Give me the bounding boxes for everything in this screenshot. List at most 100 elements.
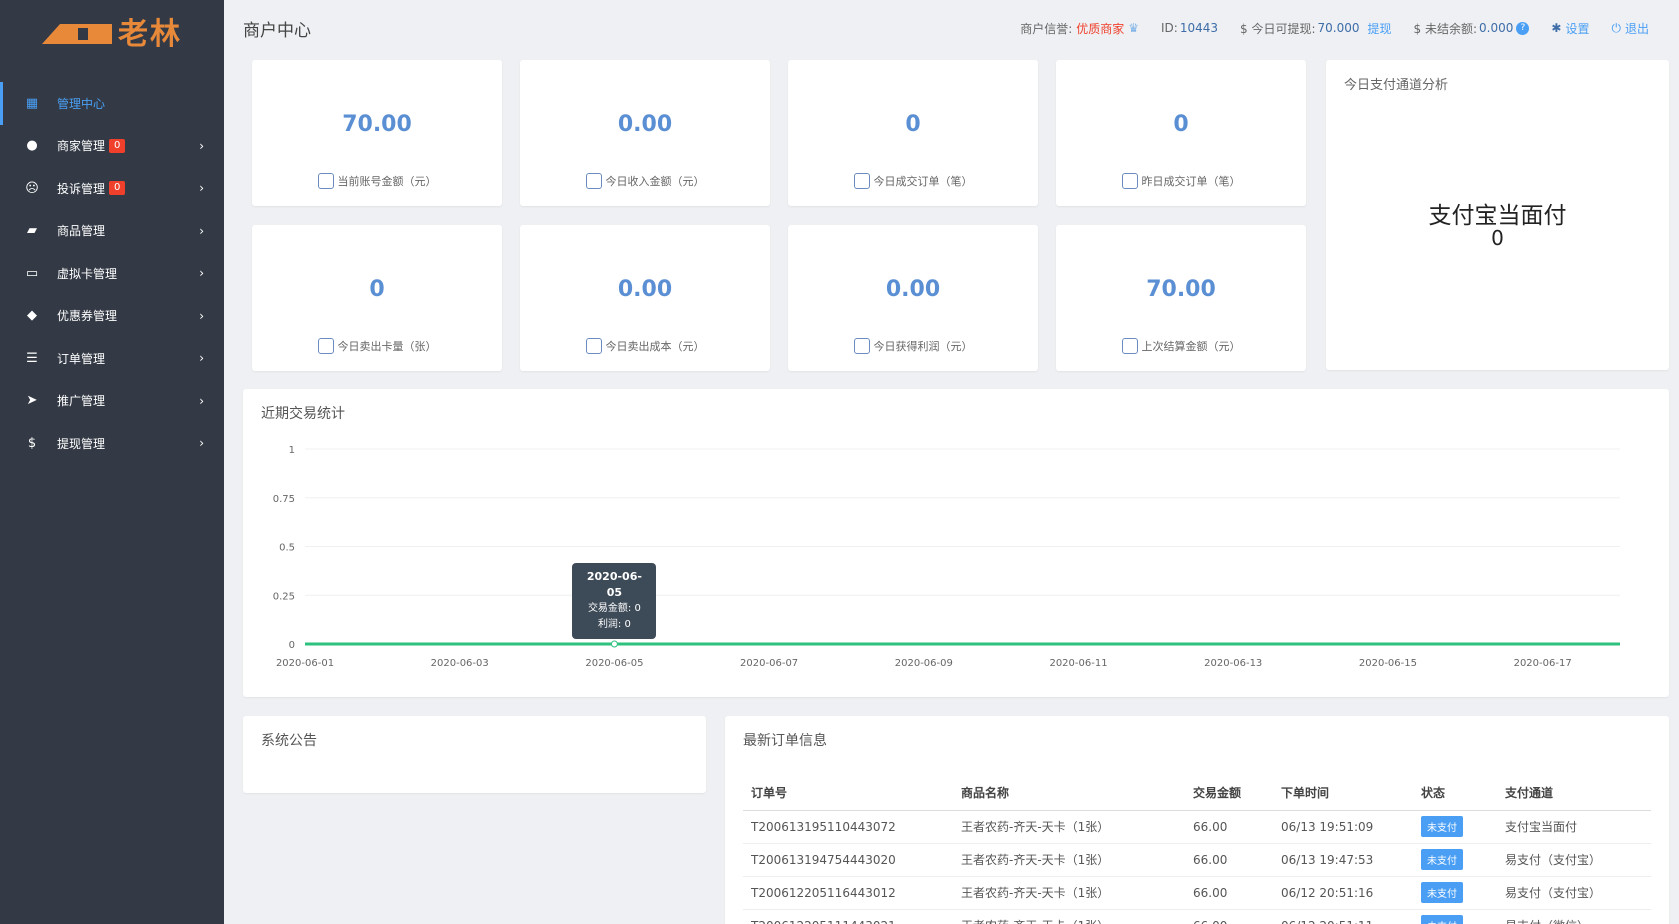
x-tick-label: 2020-06-13 <box>1204 658 1262 669</box>
logout-label: 退出 <box>1624 21 1649 36</box>
stat-label: 今日卖出成本（元） <box>605 340 705 353</box>
sidebar: 老林 ▦ 管理中心 ● 商家管理 0 › ☹ 投诉管理 0 › ▰ 商品管理 › ▭ 虚拟卡管理 › ◆ 优惠券管… <box>0 0 224 924</box>
y-tick-label: 0.5 <box>279 543 295 554</box>
chevron-right-icon: › <box>199 181 204 196</box>
stat-label-row: 今日成交订单（笔） <box>788 173 1038 189</box>
sidebar-item-8[interactable]: $ 提现管理 › <box>0 422 224 465</box>
chevron-right-icon: › <box>199 223 204 238</box>
table-row[interactable]: T200613195110443072 王者农药-齐天-天卡（1张） 66.00 06… <box>743 810 1651 844</box>
sidebar-item-2[interactable]: ☹ 投诉管理 0 › <box>0 167 224 210</box>
sidebar-nav: ▦ 管理中心 ● 商家管理 0 › ☹ 投诉管理 0 › ▰ 商品管理 › ▭ 虚拟卡管理 › ◆ 优惠券管理 › ☰… <box>0 82 224 465</box>
stat-value: 0.00 <box>617 112 673 137</box>
credit-label: 商户信誉: <box>1020 21 1073 36</box>
status-badge: 未支付 <box>1421 915 1463 924</box>
bag-icon: ▰ <box>27 223 37 239</box>
logo[interactable]: 老林 <box>0 0 224 62</box>
sidebar-item-3[interactable]: ▰ 商品管理 › <box>0 210 224 253</box>
chevron-right-icon: › <box>199 351 204 366</box>
sidebar-item-label: 推广管理 <box>57 394 106 409</box>
table-cell: 王者农药-齐天-天卡（1张） <box>953 876 1185 910</box>
sidebar-item-label: 管理中心 <box>57 96 106 111</box>
sidebar-item-1[interactable]: ● 商家管理 0 › <box>0 125 224 168</box>
table-cell: 66.00 <box>1185 876 1273 910</box>
table-cell: T200612205116443012 <box>743 876 953 910</box>
chevron-right-icon: › <box>199 436 204 451</box>
logout-button[interactable]: ⏻ 退出 <box>1611 20 1649 37</box>
sidebar-item-0[interactable]: ▦ 管理中心 <box>0 82 224 125</box>
stat-value: 70.00 <box>1146 277 1216 302</box>
dashboard-icon: ▦ <box>25 95 39 111</box>
channel-name: 支付宝当面付 <box>1428 203 1567 229</box>
table-cell: 支付宝当面付 <box>1497 810 1651 844</box>
stat-label: 今日卖出卡量（张） <box>337 340 437 353</box>
credit-info: 商户信誉: 优质商家 ♛ <box>1020 20 1139 37</box>
y-tick-label: 0.75 <box>273 494 295 505</box>
orders-column-header: 状态 <box>1413 776 1497 811</box>
settle-icon <box>1121 338 1138 354</box>
table-row[interactable]: T200612205116443012 王者农药-齐天-天卡（1张） 66.00 06… <box>743 876 1651 910</box>
y-tick-label: 0 <box>289 640 295 651</box>
x-tick-label: 2020-06-07 <box>740 658 798 669</box>
stat-label: 今日获得利润（元） <box>873 340 973 353</box>
card-icon <box>317 338 334 354</box>
table-row[interactable]: T200612205111443021王者农药-齐天-天卡（1张）66.0006… <box>743 909 1651 924</box>
sidebar-item-5[interactable]: ◆ 优惠券管理 › <box>0 295 224 338</box>
send-icon: ➤ <box>26 393 38 409</box>
stat-card: 0 今日成交订单（笔） <box>788 60 1038 206</box>
gear-icon: ✱ <box>1551 21 1562 35</box>
stat-label-row: 当前账号金额（元） <box>252 173 502 189</box>
sidebar-item-7[interactable]: ➤ 推广管理 › <box>0 380 224 423</box>
table-row[interactable]: T200613194754443020 王者农药-齐天-天卡（1张） 66.00 06… <box>743 843 1651 877</box>
sidebar-item-badge: 0 <box>109 181 126 196</box>
orders-column-header: 交易金额 <box>1185 776 1273 811</box>
stat-label: 今日成交订单（笔） <box>873 175 973 188</box>
stat-card: 70.00 上次结算金额（元） <box>1056 225 1306 371</box>
sidebar-item-4[interactable]: ▭ 虚拟卡管理 › <box>0 252 224 295</box>
x-tick-label: 2020-06-09 <box>895 658 953 669</box>
x-tick-label: 2020-06-17 <box>1514 658 1572 669</box>
table-cell: 06/12 20:51:11 <box>1273 909 1413 924</box>
sidebar-item-label: 商家管理 <box>57 139 106 154</box>
stat-label-row: 今日收入金额（元） <box>520 173 770 189</box>
orders-panel-title: 最新订单信息 <box>743 733 827 749</box>
frown-icon: ☹ <box>25 180 39 196</box>
payment-channel-panel: 今日支付通道分析 支付宝当面付 0 <box>1326 60 1669 370</box>
unsettled-label: $ 未结余额: <box>1413 21 1478 36</box>
stat-card: 70.00 当前账号金额（元） <box>252 60 502 206</box>
withdrawable-info: $ 今日可提现: 70.000 提现 <box>1240 20 1392 37</box>
table-cell: 王者农药-齐天-天卡（1张） <box>953 909 1185 924</box>
stat-label: 当前账号金额（元） <box>337 175 437 188</box>
stat-value: 0.00 <box>617 277 673 302</box>
settings-button[interactable]: ✱ 设置 <box>1551 20 1589 37</box>
settings-label: 设置 <box>1565 21 1590 36</box>
credit-value: 优质商家 <box>1076 21 1125 36</box>
chevron-right-icon: › <box>199 393 204 408</box>
stat-value: 0 <box>905 112 921 137</box>
tooltip-date: 2020-06-05 <box>586 570 642 599</box>
status-badge: 未支付 <box>1421 849 1463 870</box>
help-icon[interactable]: ? <box>1516 21 1530 35</box>
orders-header-row: 订单号 商品名称 交易金额 下单时间 状态 支付通道 <box>743 776 1651 811</box>
wallet-icon <box>317 173 334 189</box>
chevron-right-icon: › <box>199 308 204 323</box>
stat-value: 70.00 <box>342 112 412 137</box>
profit-icon <box>853 338 870 354</box>
user-icon: ● <box>26 138 38 154</box>
withdraw-label: $ 今日可提现: <box>1240 21 1316 36</box>
logo-text: 老林 <box>118 17 182 52</box>
latest-orders-panel: 最新订单信息 订单号 商品名称 交易金额 下单时间 状态 支付通道 T2006131951… <box>725 716 1669 924</box>
id-label: ID: <box>1161 21 1178 35</box>
orders-column-header: 商品名称 <box>953 776 1185 811</box>
y-tick-label: 1 <box>289 445 295 456</box>
withdraw-link[interactable]: 提现 <box>1368 20 1392 37</box>
table-cell: 06/13 19:47:53 <box>1273 843 1413 877</box>
stat-label: 上次结算金额（元） <box>1141 340 1241 353</box>
hover-point[interactable] <box>610 640 618 648</box>
sidebar-item-6[interactable]: ☰ 订单管理 › <box>0 337 224 380</box>
stat-card: 0.00 今日获得利润（元） <box>788 225 1038 371</box>
stat-value: 0.00 <box>885 277 941 302</box>
table-cell: T200612205111443021 <box>743 909 953 924</box>
sidebar-item-label: 投诉管理 <box>57 181 106 196</box>
y-tick-label: 0.25 <box>273 591 295 602</box>
orders-column-header: 订单号 <box>743 776 953 811</box>
